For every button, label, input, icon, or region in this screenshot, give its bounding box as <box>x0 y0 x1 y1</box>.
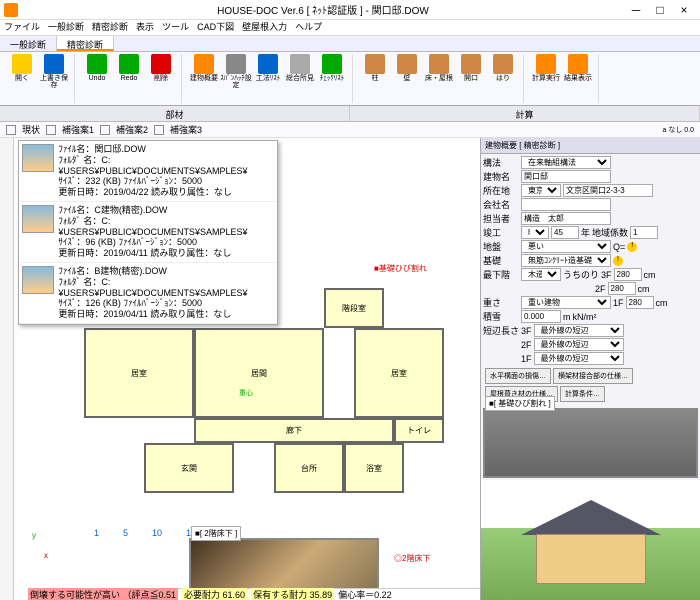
name-input[interactable] <box>521 170 611 183</box>
delete-button[interactable]: 削除 <box>145 54 177 82</box>
building-button[interactable]: 建物概要 <box>188 54 220 89</box>
warn-icon: ! <box>627 242 637 252</box>
undo-button[interactable]: Undo <box>81 54 113 82</box>
subtabs: 部材 計算 <box>0 106 700 122</box>
s2-select[interactable]: 最外線の短辺 <box>534 338 624 351</box>
y-axis-icon: y <box>32 531 36 540</box>
file-item[interactable]: ﾌｧｲﾙ名：B建物(精密).DOWﾌｫﾙﾀﾞ 名：C:¥USERS¥PUBLIC… <box>19 263 277 324</box>
subtab-member[interactable]: 部材 <box>0 106 350 121</box>
room[interactable]: 台所 <box>274 443 344 493</box>
x-axis-icon: x <box>44 551 48 560</box>
recent-files-dropdown[interactable]: ﾌｧｲﾙ名：関口邸.DOWﾌｫﾙﾀﾞ 名：C:¥USERS¥PUBLIC¥DOC… <box>18 140 278 325</box>
coef-input[interactable] <box>630 226 658 239</box>
warn-icon: ! <box>613 256 623 266</box>
ruler-vertical <box>0 138 14 600</box>
room[interactable]: 居間 <box>194 328 324 418</box>
chk-r1[interactable] <box>46 125 56 135</box>
crack-label[interactable]: ■基礎ひび割れ <box>374 263 427 274</box>
file-thumb-icon <box>22 205 54 233</box>
room[interactable]: 玄関 <box>144 443 234 493</box>
room[interactable]: 廊下 <box>194 418 394 443</box>
snow-input[interactable] <box>521 310 561 323</box>
s3-select[interactable]: 最外線の短辺 <box>534 324 624 337</box>
opinion-button[interactable]: 総合所見 <box>284 54 316 89</box>
weight-select[interactable]: 重い建物 <box>521 296 611 309</box>
h2-input[interactable] <box>608 282 636 295</box>
save-button[interactable]: 上書き保存 <box>38 54 70 89</box>
h1-input[interactable] <box>626 296 654 309</box>
app-icon <box>4 3 18 17</box>
year-input[interactable] <box>551 226 579 239</box>
btn-horizontal[interactable]: 水平構面の損傷… <box>485 368 551 384</box>
btn-cond[interactable]: 計算条件… <box>560 386 605 402</box>
subtab-calc[interactable]: 計算 <box>350 106 700 121</box>
main-tabs: 一般診断 精密診断 <box>0 36 700 52</box>
era-select[interactable]: 昭和 <box>521 226 549 239</box>
corp-input[interactable] <box>521 198 611 211</box>
menu-general[interactable]: 一般診断 <box>48 20 84 35</box>
menu-help[interactable]: ヘルプ <box>295 20 322 35</box>
canvas[interactable]: ﾌｧｲﾙ名：関口邸.DOWﾌｫﾙﾀﾞ 名：C:¥USERS¥PUBLIC¥DOC… <box>14 138 480 600</box>
panel-header: 建物概要 [ 精密診断 ] <box>481 138 700 154</box>
addr-input[interactable] <box>563 184 653 197</box>
file-thumb-icon <box>22 266 54 294</box>
option-bar: 現状 補強案1 補強案2 補強案3 a なし 0.0 <box>0 122 700 138</box>
menu-tool[interactable]: ツール <box>162 20 189 35</box>
status-bar: 倒壊する可能性が高い （評点≦0.51 必要耐力 61.60 保有する耐力 35… <box>28 588 480 600</box>
person-input[interactable] <box>521 212 611 225</box>
h3-input[interactable] <box>614 268 642 281</box>
menubar: ファイル 一般診断 精密診断 表示 ツール CAD下図 壁屋根入力 ヘルプ <box>0 20 700 36</box>
opening-button[interactable]: 開口 <box>455 54 487 82</box>
redo-button[interactable]: Redo <box>113 54 145 82</box>
floor2-marker[interactable]: ◎2階床下 <box>394 553 430 564</box>
file-thumb-icon <box>22 144 54 172</box>
beam-button[interactable]: はり <box>487 54 519 82</box>
centroid-label: 重心 <box>239 388 253 398</box>
room[interactable]: 居室 <box>354 328 444 418</box>
checklist-button[interactable]: ﾁｪｯｸﾘｽﾄ <box>316 54 348 89</box>
window-title: HOUSE-DOC Ver.6 [ ﾈｯﾄ認証版 ] - 関口邸.DOW <box>22 2 624 17</box>
chk-current[interactable] <box>6 125 16 135</box>
house-3d-icon <box>521 500 661 590</box>
ground-select[interactable]: 悪い <box>521 240 611 253</box>
open-button[interactable]: 開く <box>6 54 38 89</box>
column-button[interactable]: 柱 <box>359 54 391 82</box>
menu-view[interactable]: 表示 <box>136 20 154 35</box>
file-item[interactable]: ﾌｧｲﾙ名：C建物(精密).DOWﾌｫﾙﾀﾞ 名：C:¥USERS¥PUBLIC… <box>19 202 277 263</box>
room[interactable]: 居室 <box>84 328 194 418</box>
menu-file[interactable]: ファイル <box>4 20 40 35</box>
chk-r2[interactable] <box>100 125 110 135</box>
titlebar: HOUSE-DOC Ver.6 [ ﾈｯﾄ認証版 ] - 関口邸.DOW ─ □… <box>0 0 700 20</box>
ribbon: 開く 上書き保存 Undo Redo 削除 建物概要 ｽﾊﾟﾝﾊｯﾁ設定 工法ﾘ… <box>0 52 700 106</box>
lowest-select[interactable]: 木造 <box>521 268 561 281</box>
close-button[interactable]: × <box>672 3 696 17</box>
menu-wallroof[interactable]: 壁屋根入力 <box>242 20 287 35</box>
file-item[interactable]: ﾌｧｲﾙ名：関口邸.DOWﾌｫﾙﾀﾞ 名：C:¥USERS¥PUBLIC¥DOC… <box>19 141 277 202</box>
side-panel: 建物概要 [ 精密診断 ] 構法在来軸組構法 建物名 所在地東京都 会社名 担当… <box>480 138 700 600</box>
wall-button[interactable]: 壁 <box>391 54 423 82</box>
workspace: ﾌｧｲﾙ名：関口邸.DOWﾌｫﾙﾀﾞ 名：C:¥USERS¥PUBLIC¥DOC… <box>0 138 700 600</box>
btn-joint[interactable]: 横架材接合部の仕様… <box>553 368 633 384</box>
floor-button[interactable]: 床・屋根 <box>423 54 455 82</box>
room[interactable]: トイレ <box>394 418 444 443</box>
room[interactable]: 階段室 <box>324 288 384 328</box>
calc-button[interactable]: 計算実行 <box>530 54 562 82</box>
menu-cad[interactable]: CAD下図 <box>197 20 234 35</box>
chk-r3[interactable] <box>154 125 164 135</box>
menu-precise[interactable]: 精密診断 <box>92 20 128 35</box>
photo-crack[interactable]: ■[ 基礎ひび割れ ] <box>483 408 698 478</box>
s1-select[interactable]: 最外線の短辺 <box>534 352 624 365</box>
method-button[interactable]: 工法ﾘｽﾄ <box>252 54 284 89</box>
result-button[interactable]: 結果表示 <box>562 54 594 82</box>
room[interactable]: 浴室 <box>344 443 404 493</box>
3d-view[interactable] <box>481 480 700 600</box>
maximize-button[interactable]: □ <box>648 3 672 17</box>
tab-general[interactable]: 一般診断 <box>0 36 57 51</box>
span-button[interactable]: ｽﾊﾟﾝﾊｯﾁ設定 <box>220 54 252 89</box>
foundation-select[interactable]: 無筋ｺﾝｸﾘｰﾄ造基礎 健全 <box>521 254 611 267</box>
minimize-button[interactable]: ─ <box>624 3 648 17</box>
structure-select[interactable]: 在来軸組構法 <box>521 156 611 169</box>
pref-select[interactable]: 東京都 <box>521 184 561 197</box>
tab-precise[interactable]: 精密診断 <box>57 36 114 51</box>
